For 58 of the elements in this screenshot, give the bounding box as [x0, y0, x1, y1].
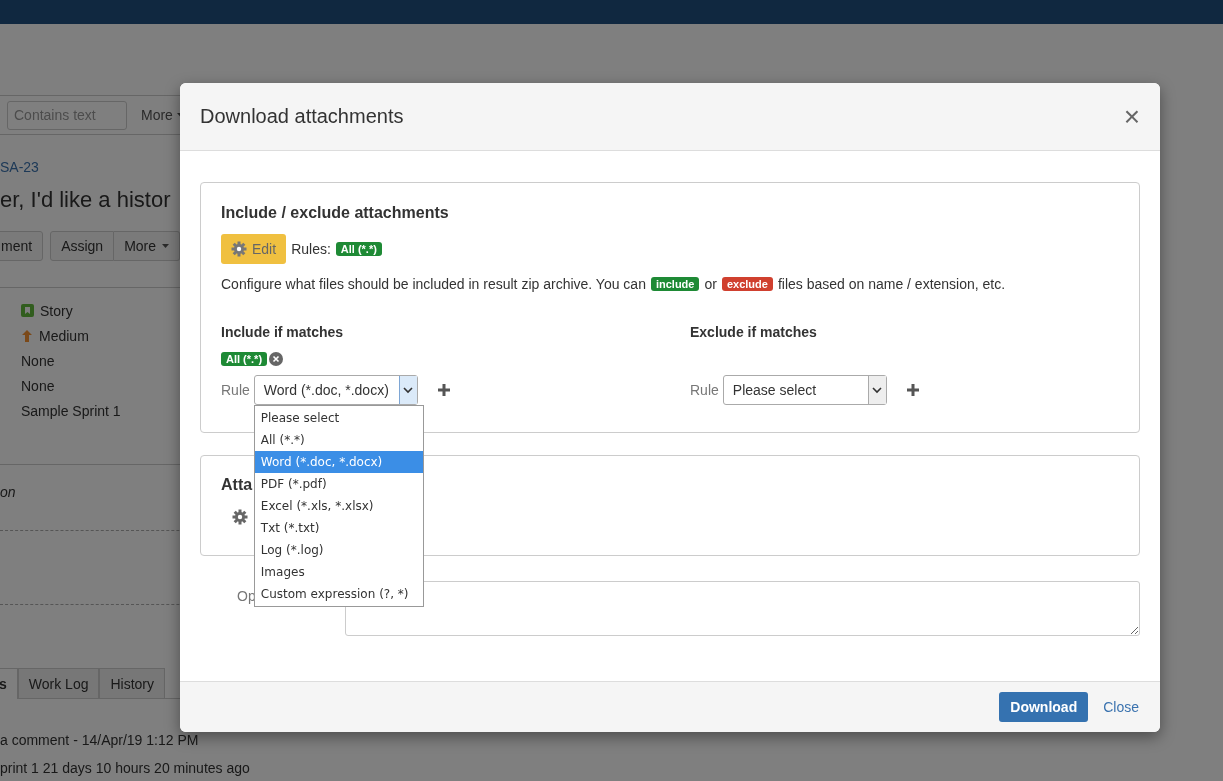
rule-badge: All (*.*)	[335, 242, 382, 256]
plus-icon	[437, 384, 450, 396]
add-button[interactable]	[906, 384, 919, 396]
download-button[interactable]: Download	[999, 692, 1089, 722]
description-text: Configure what files should be included in result zip archive. You can	[221, 276, 646, 292]
description-text: or	[704, 276, 717, 292]
column-heading: Include if matches	[221, 324, 344, 340]
section-label: on	[0, 484, 16, 500]
dialog-title: Download attachments	[200, 105, 404, 128]
exclude-badge: exclude	[721, 277, 773, 291]
rules-label: Rules:	[291, 241, 331, 257]
assign-button[interactable]: Assign	[50, 231, 115, 261]
rule-label: Rule	[221, 382, 250, 398]
dropdown-option[interactable]: Log (*.log)	[254, 539, 423, 561]
dropdown-option[interactable]: PDF (*.pdf)	[254, 473, 423, 495]
field-value: None	[21, 352, 55, 369]
rule-label: Rule	[690, 382, 719, 398]
tab[interactable]: History	[99, 668, 166, 698]
description-text: files based on name / extension, etc.	[777, 276, 1006, 292]
gear-icon	[232, 509, 248, 525]
story-icon	[21, 304, 34, 317]
caret-icon	[162, 244, 170, 248]
tab[interactable]: Work Log	[17, 668, 100, 698]
panel-title: Atta	[221, 476, 253, 494]
chevron-down-icon	[403, 386, 414, 394]
tab[interactable]: s	[0, 668, 18, 699]
dropdown-option[interactable]: Word (*.doc, *.docx)	[254, 451, 423, 473]
panel-title: Include / exclude attachments	[221, 204, 449, 222]
rule-select[interactable]: Word (*.doc, *.docx)	[253, 375, 418, 405]
more-button[interactable]: More	[114, 231, 181, 261]
dropdown-option[interactable]: Custom expression (?, *)	[254, 583, 423, 605]
rule-badge: All (*.*)	[221, 352, 268, 366]
plus-icon	[906, 384, 919, 396]
close-button[interactable]: ×	[1123, 102, 1140, 131]
close-link[interactable]: Close	[1103, 699, 1139, 715]
add-button[interactable]	[437, 384, 450, 396]
field-value: Story	[40, 302, 73, 319]
issue-title: er, I'd like a histor	[0, 187, 171, 213]
column-heading: Exclude if matches	[690, 324, 817, 340]
remove-icon[interactable]	[269, 352, 284, 366]
field-value: Medium	[39, 327, 89, 344]
action-button[interactable]: ment	[0, 231, 44, 261]
rule-select[interactable]: Please select	[722, 375, 887, 405]
chevron-down-icon	[872, 386, 883, 394]
dropdown-option[interactable]: Excel (*.xls, *.xlsx)	[254, 495, 423, 517]
dropdown-option[interactable]: Images	[254, 561, 423, 583]
gear-icon	[231, 241, 247, 257]
issue-key-link[interactable]: SA-23	[0, 159, 39, 176]
activity-text: a comment - 14/Apr/19 1:12 PM	[0, 731, 199, 750]
dropdown-option[interactable]: Txt (*.txt)	[254, 517, 423, 539]
activity-text: print 1 21 days 10 hours 20 minutes ago	[0, 759, 250, 778]
field-value: None	[21, 377, 55, 394]
include-badge: include	[650, 277, 700, 291]
dropdown-option[interactable]: Please select	[254, 407, 423, 429]
dropdown-option[interactable]: All (*.*)	[254, 429, 423, 451]
field-value: Sample Sprint 1	[21, 402, 121, 419]
edit-button[interactable]: Edit	[221, 234, 287, 264]
arrow-up-icon	[21, 328, 33, 343]
